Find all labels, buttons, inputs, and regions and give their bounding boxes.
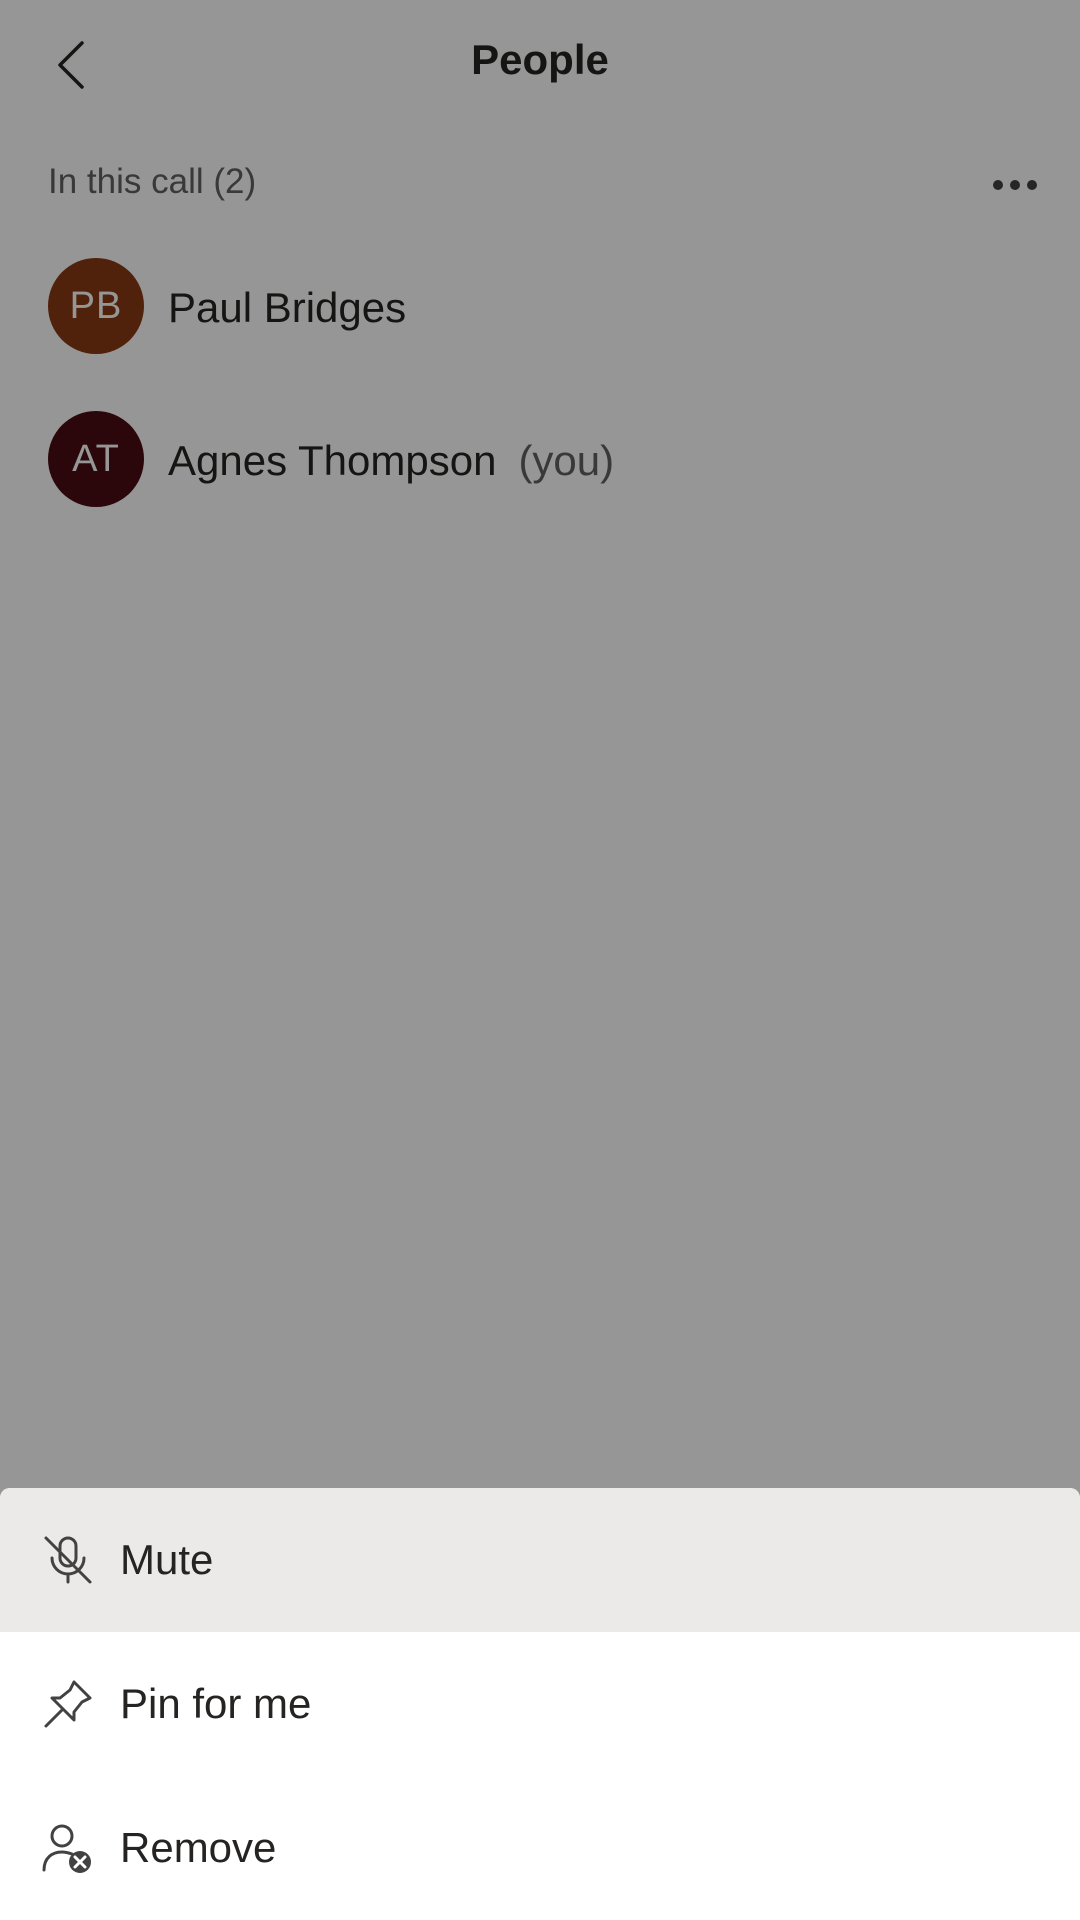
microphone-off-icon <box>44 1536 92 1584</box>
menu-item-mute[interactable]: Mute <box>0 1488 1080 1632</box>
action-sheet: Mute Pin for me Remove <box>0 1488 1080 1920</box>
menu-item-label: Mute <box>120 1536 214 1583</box>
menu-item-label: Pin for me <box>120 1680 312 1727</box>
pin-icon <box>44 1680 92 1728</box>
menu-item-label: Remove <box>120 1824 277 1871</box>
person-remove-icon <box>42 1824 91 1873</box>
menu-item-pin[interactable]: Pin for me <box>0 1632 1080 1776</box>
menu-item-remove[interactable]: Remove <box>0 1776 1080 1920</box>
